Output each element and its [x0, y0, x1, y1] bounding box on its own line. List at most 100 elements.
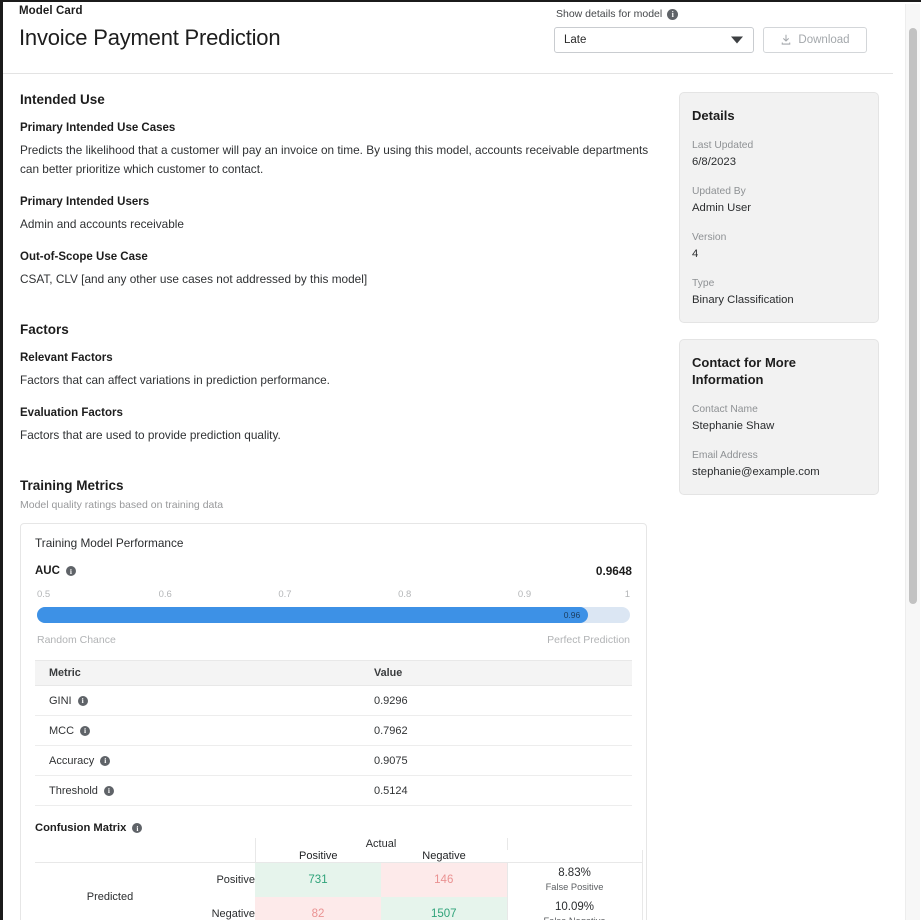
download-label: Download — [798, 34, 850, 46]
cm-stat-false-positive: 8.83% False Positive — [506, 862, 643, 897]
evaluation-factors-label: Evaluation Factors — [20, 407, 123, 419]
metric-value-cell: 0.9075 — [363, 745, 632, 776]
axis-tick: 0.8 — [398, 589, 412, 600]
confusion-matrix-title-text: Confusion Matrix — [35, 822, 127, 834]
metric-value-cell: 0.5124 — [363, 775, 632, 806]
cm-row-header-positive: Positive — [216, 874, 255, 886]
intended-use-heading: Intended Use — [20, 92, 105, 107]
metric-name-cell: Threshold i — [35, 775, 363, 806]
cm-column-header-row: Positive Negative — [35, 850, 643, 863]
section-spacer-2 — [20, 462, 663, 478]
contact-panel: Contact for More Information Contact Nam… — [679, 339, 879, 495]
info-icon[interactable]: i — [77, 695, 88, 706]
details-panel: Details Last Updated 6/8/2023 Updated By Ad… — [679, 92, 879, 323]
field-value: 6/8/2023 — [692, 156, 736, 168]
breadcrumb: Model Card — [19, 5, 83, 17]
scrollbar-thumb[interactable] — [909, 28, 917, 604]
card-title: Training Model Performance — [35, 536, 184, 550]
page-title: Invoice Payment Prediction — [19, 25, 281, 50]
cm-stat-label: False Positive — [545, 882, 604, 892]
metric-value-cell: 0.9296 — [363, 685, 632, 716]
page-header: Model Card Invoice Payment Prediction Sh… — [3, 2, 896, 74]
info-icon[interactable]: i — [80, 725, 91, 736]
info-icon[interactable]: i — [103, 785, 114, 796]
axis-tick: 0.7 — [278, 589, 292, 600]
table-row: Accuracy i 0.9075 — [35, 745, 632, 776]
evaluation-factors-text: Factors that are used to provide predict… — [20, 428, 281, 442]
info-icon[interactable]: i — [667, 8, 679, 20]
perfect-prediction-label: Perfect Prediction — [547, 634, 630, 646]
auc-progress-fill: 0.96 — [37, 607, 589, 623]
contact-panel-title: Contact for More Information — [692, 355, 796, 387]
download-button[interactable]: Download — [763, 27, 867, 53]
metrics-table: Metric Value GINI i 0.9296 MCC i 0.7962 Accura… — [35, 660, 632, 806]
auc-row: AUC i 0.9648 — [35, 564, 632, 578]
column-header-value: Value — [363, 660, 632, 686]
primary-users-text: Admin and accounts receivable — [20, 217, 184, 231]
cm-predicted-label: Predicted — [86, 891, 134, 903]
metric-name-text: Threshold — [49, 784, 98, 797]
field-value: 4 — [692, 248, 699, 260]
show-details-label: Show details for model — [556, 8, 663, 20]
details-panel-title: Details — [692, 108, 735, 123]
download-icon — [782, 34, 791, 45]
factors-heading: Factors — [20, 322, 69, 337]
main-column: Intended Use Primary Intended Use Cases … — [3, 74, 663, 920]
confusion-matrix-title: Confusion Matrix i — [35, 822, 632, 834]
metric-name-cell: MCC i — [35, 715, 363, 746]
auc-scale-captions: Random Chance Perfect Prediction — [37, 634, 630, 646]
metric-value-cell: 0.7962 — [363, 715, 632, 746]
field-label: Updated By — [692, 186, 746, 197]
cm-stat-false-negative: 10.09% False Negative — [506, 897, 643, 920]
field-label: Type — [692, 278, 715, 289]
header-title-group: Model Card Invoice Payment Prediction — [19, 4, 281, 53]
cm-col-header-positive: Positive — [254, 850, 381, 863]
metric-name-text: Accuracy — [49, 754, 95, 767]
cm-cell-true-positive: 731 — [255, 862, 381, 897]
model-select[interactable]: Late — [554, 27, 754, 53]
field-value: Stephanie Shaw — [692, 420, 775, 432]
training-model-performance-card: Training Model Performance AUC i 0.9648 … — [20, 523, 647, 920]
auc-value: 0.9648 — [595, 564, 632, 578]
relevant-factors-label: Relevant Factors — [20, 352, 113, 364]
metric-name-text: GINI — [49, 694, 72, 707]
table-row: MCC i 0.7962 — [35, 715, 632, 746]
info-icon[interactable]: i — [65, 566, 76, 576]
cm-cell-false-positive: 146 — [381, 862, 508, 897]
field-label: Contact Name — [692, 404, 758, 415]
training-metrics-subtitle: Model quality ratings based on training … — [20, 499, 224, 511]
table-row: Threshold i 0.5124 — [35, 775, 632, 806]
page-body: Intended Use Primary Intended Use Cases … — [3, 74, 896, 920]
axis-tick: 0.5 — [37, 589, 51, 600]
primary-users-label: Primary Intended Users — [20, 196, 150, 208]
out-of-scope-text: CSAT, CLV [and any other use cases not a… — [20, 272, 368, 286]
field-label: Last Updated — [692, 140, 754, 151]
vertical-scrollbar[interactable] — [905, 4, 920, 920]
info-icon[interactable]: i — [100, 755, 111, 766]
table-row: GINI i 0.9296 — [35, 685, 632, 716]
primary-use-cases-text: Predicts the likelihood that a customer … — [20, 143, 649, 176]
info-icon[interactable]: i — [132, 823, 143, 833]
metric-name-cell: GINI i — [35, 685, 363, 716]
auc-progress-track: 0.96 — [37, 607, 630, 623]
confusion-matrix-table: Actual Positive Negative Predicted Posit… — [35, 838, 643, 920]
app-window: Model Card Invoice Payment Prediction Sh… — [0, 0, 921, 920]
primary-use-cases-label: Primary Intended Use Cases — [20, 122, 176, 134]
metric-name-cell: Accuracy i — [35, 745, 363, 776]
auc-axis-ticks: 0.5 0.6 0.7 0.8 0.9 1 — [37, 589, 630, 602]
metric-name-text: MCC — [49, 724, 75, 737]
axis-tick: 0.9 — [517, 589, 532, 600]
cm-actual-row: Actual — [35, 838, 642, 850]
cm-row-header-negative: Negative — [211, 908, 255, 920]
controls-row: Late Download — [554, 27, 867, 53]
relevant-factors-text: Factors that can affect variations in pr… — [20, 373, 330, 387]
chevron-down-icon — [731, 36, 743, 44]
header-controls: Show details for model i Late Download — [554, 8, 867, 53]
model-select-value: Late — [564, 34, 587, 46]
cm-cell-false-negative: 82 — [255, 897, 381, 920]
field-label: Email Address — [692, 450, 758, 461]
field-label: Version — [692, 232, 727, 243]
column-header-metric: Metric — [35, 660, 363, 686]
random-chance-label: Random Chance — [37, 634, 116, 646]
